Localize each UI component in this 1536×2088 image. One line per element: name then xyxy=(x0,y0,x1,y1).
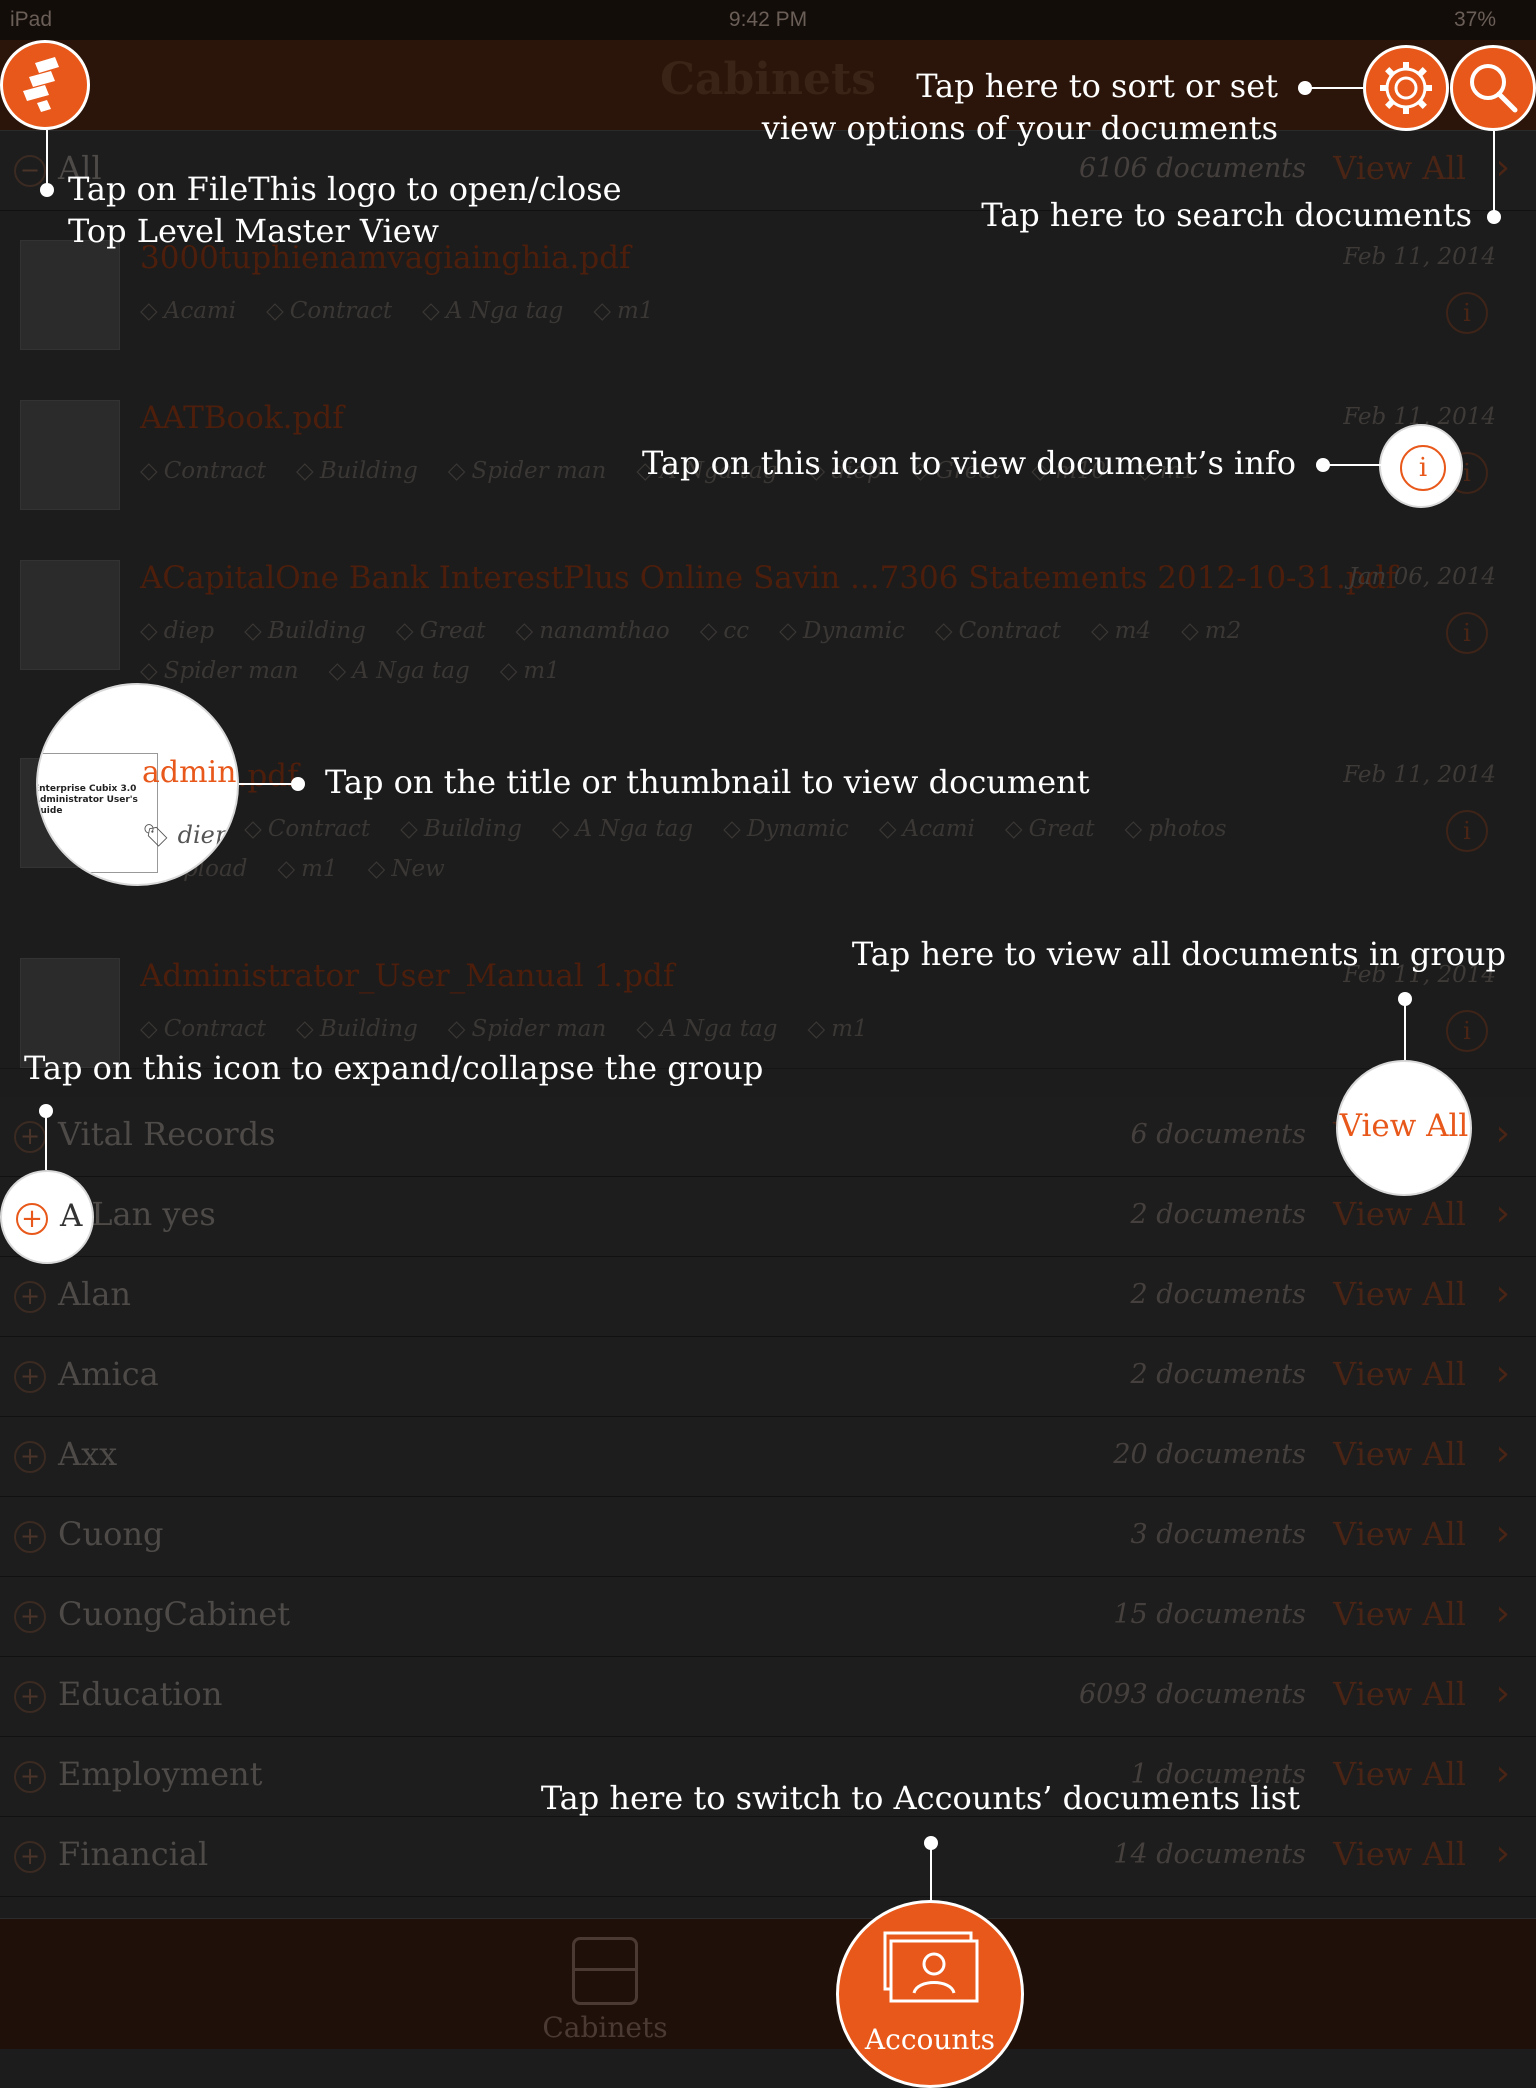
expand-tip-connector xyxy=(45,1112,47,1170)
title-tip-dot xyxy=(291,777,305,791)
tab-accounts[interactable]: Accounts xyxy=(836,1900,1024,2088)
accounts-icon xyxy=(883,1931,979,2003)
search-tip-dot xyxy=(1487,210,1501,224)
tag-label: diep xyxy=(177,821,231,849)
search-tip-connector xyxy=(1493,131,1495,217)
search-icon xyxy=(1470,64,1518,113)
info-highlight[interactable]: i xyxy=(1379,424,1463,508)
expand-icon[interactable]: + xyxy=(16,1203,48,1235)
info-tip: Tap on this icon to view document’s info xyxy=(642,444,1296,482)
view-all-highlight[interactable]: View All xyxy=(1336,1060,1472,1196)
magnifier-tag: 🏷 diep xyxy=(142,821,230,849)
tag-icon: 🏷 xyxy=(142,824,170,849)
view-all-tip-connector xyxy=(1404,1000,1406,1060)
group-name-preview: A xyxy=(60,1198,83,1234)
sort-tip-line2: view options of your documents xyxy=(761,109,1278,147)
gear-icon xyxy=(1380,62,1432,114)
view-all-tip: Tap here to view all documents in group xyxy=(851,935,1506,973)
logo-tip: Tap on FileThis logo to open/close Top L… xyxy=(68,168,622,252)
info-icon[interactable]: i xyxy=(1400,445,1446,491)
search-tip: Tap here to search documents xyxy=(981,196,1472,234)
thumb-line2: Administrator User's Guide xyxy=(36,795,138,816)
sort-tip-line1: Tap here to sort or set xyxy=(916,67,1278,105)
logo-tip-dot xyxy=(40,183,54,197)
settings-button[interactable] xyxy=(1363,45,1449,131)
document-title-link[interactable]: admin xyxy=(142,755,236,790)
logo-tip-line1: Tap on FileThis logo to open/close xyxy=(68,170,622,208)
info-tip-connector xyxy=(1325,464,1381,466)
sort-tip-dot xyxy=(1298,81,1312,95)
expand-tip: Tap on this icon to expand/collapse the … xyxy=(24,1049,764,1087)
accounts-tip-connector xyxy=(930,1844,932,1902)
info-tip-dot xyxy=(1316,458,1330,472)
title-tip-connector xyxy=(239,783,299,785)
logo-tip-line2: Top Level Master View xyxy=(68,212,440,250)
tab-accounts-label: Accounts xyxy=(864,2023,996,2056)
title-tip: Tap on the title or thumbnail to view do… xyxy=(325,763,1090,801)
search-button[interactable] xyxy=(1450,45,1536,131)
logo-tip-connector xyxy=(46,130,48,190)
expand-highlight[interactable]: + A xyxy=(0,1170,94,1264)
filethis-logo-icon xyxy=(23,57,59,112)
document-thumbnail[interactable]: Enterprise Cubix 3.0 Administrator User'… xyxy=(36,753,158,873)
sort-tip: Tap here to sort or set view options of … xyxy=(760,65,1278,149)
sort-tip-connector xyxy=(1305,87,1365,89)
title-thumbnail-magnifier[interactable]: Enterprise Cubix 3.0 Administrator User'… xyxy=(36,683,239,886)
view-all-button[interactable]: View All xyxy=(1338,1108,1470,1144)
thumb-line1: Enterprise Cubix 3.0 xyxy=(36,784,137,794)
accounts-tip: Tap here to switch to Accounts’ document… xyxy=(540,1779,1300,1817)
tutorial-overlay: Tap on FileThis logo to open/close Top L… xyxy=(0,0,1536,2088)
filethis-logo-button[interactable] xyxy=(0,40,90,130)
